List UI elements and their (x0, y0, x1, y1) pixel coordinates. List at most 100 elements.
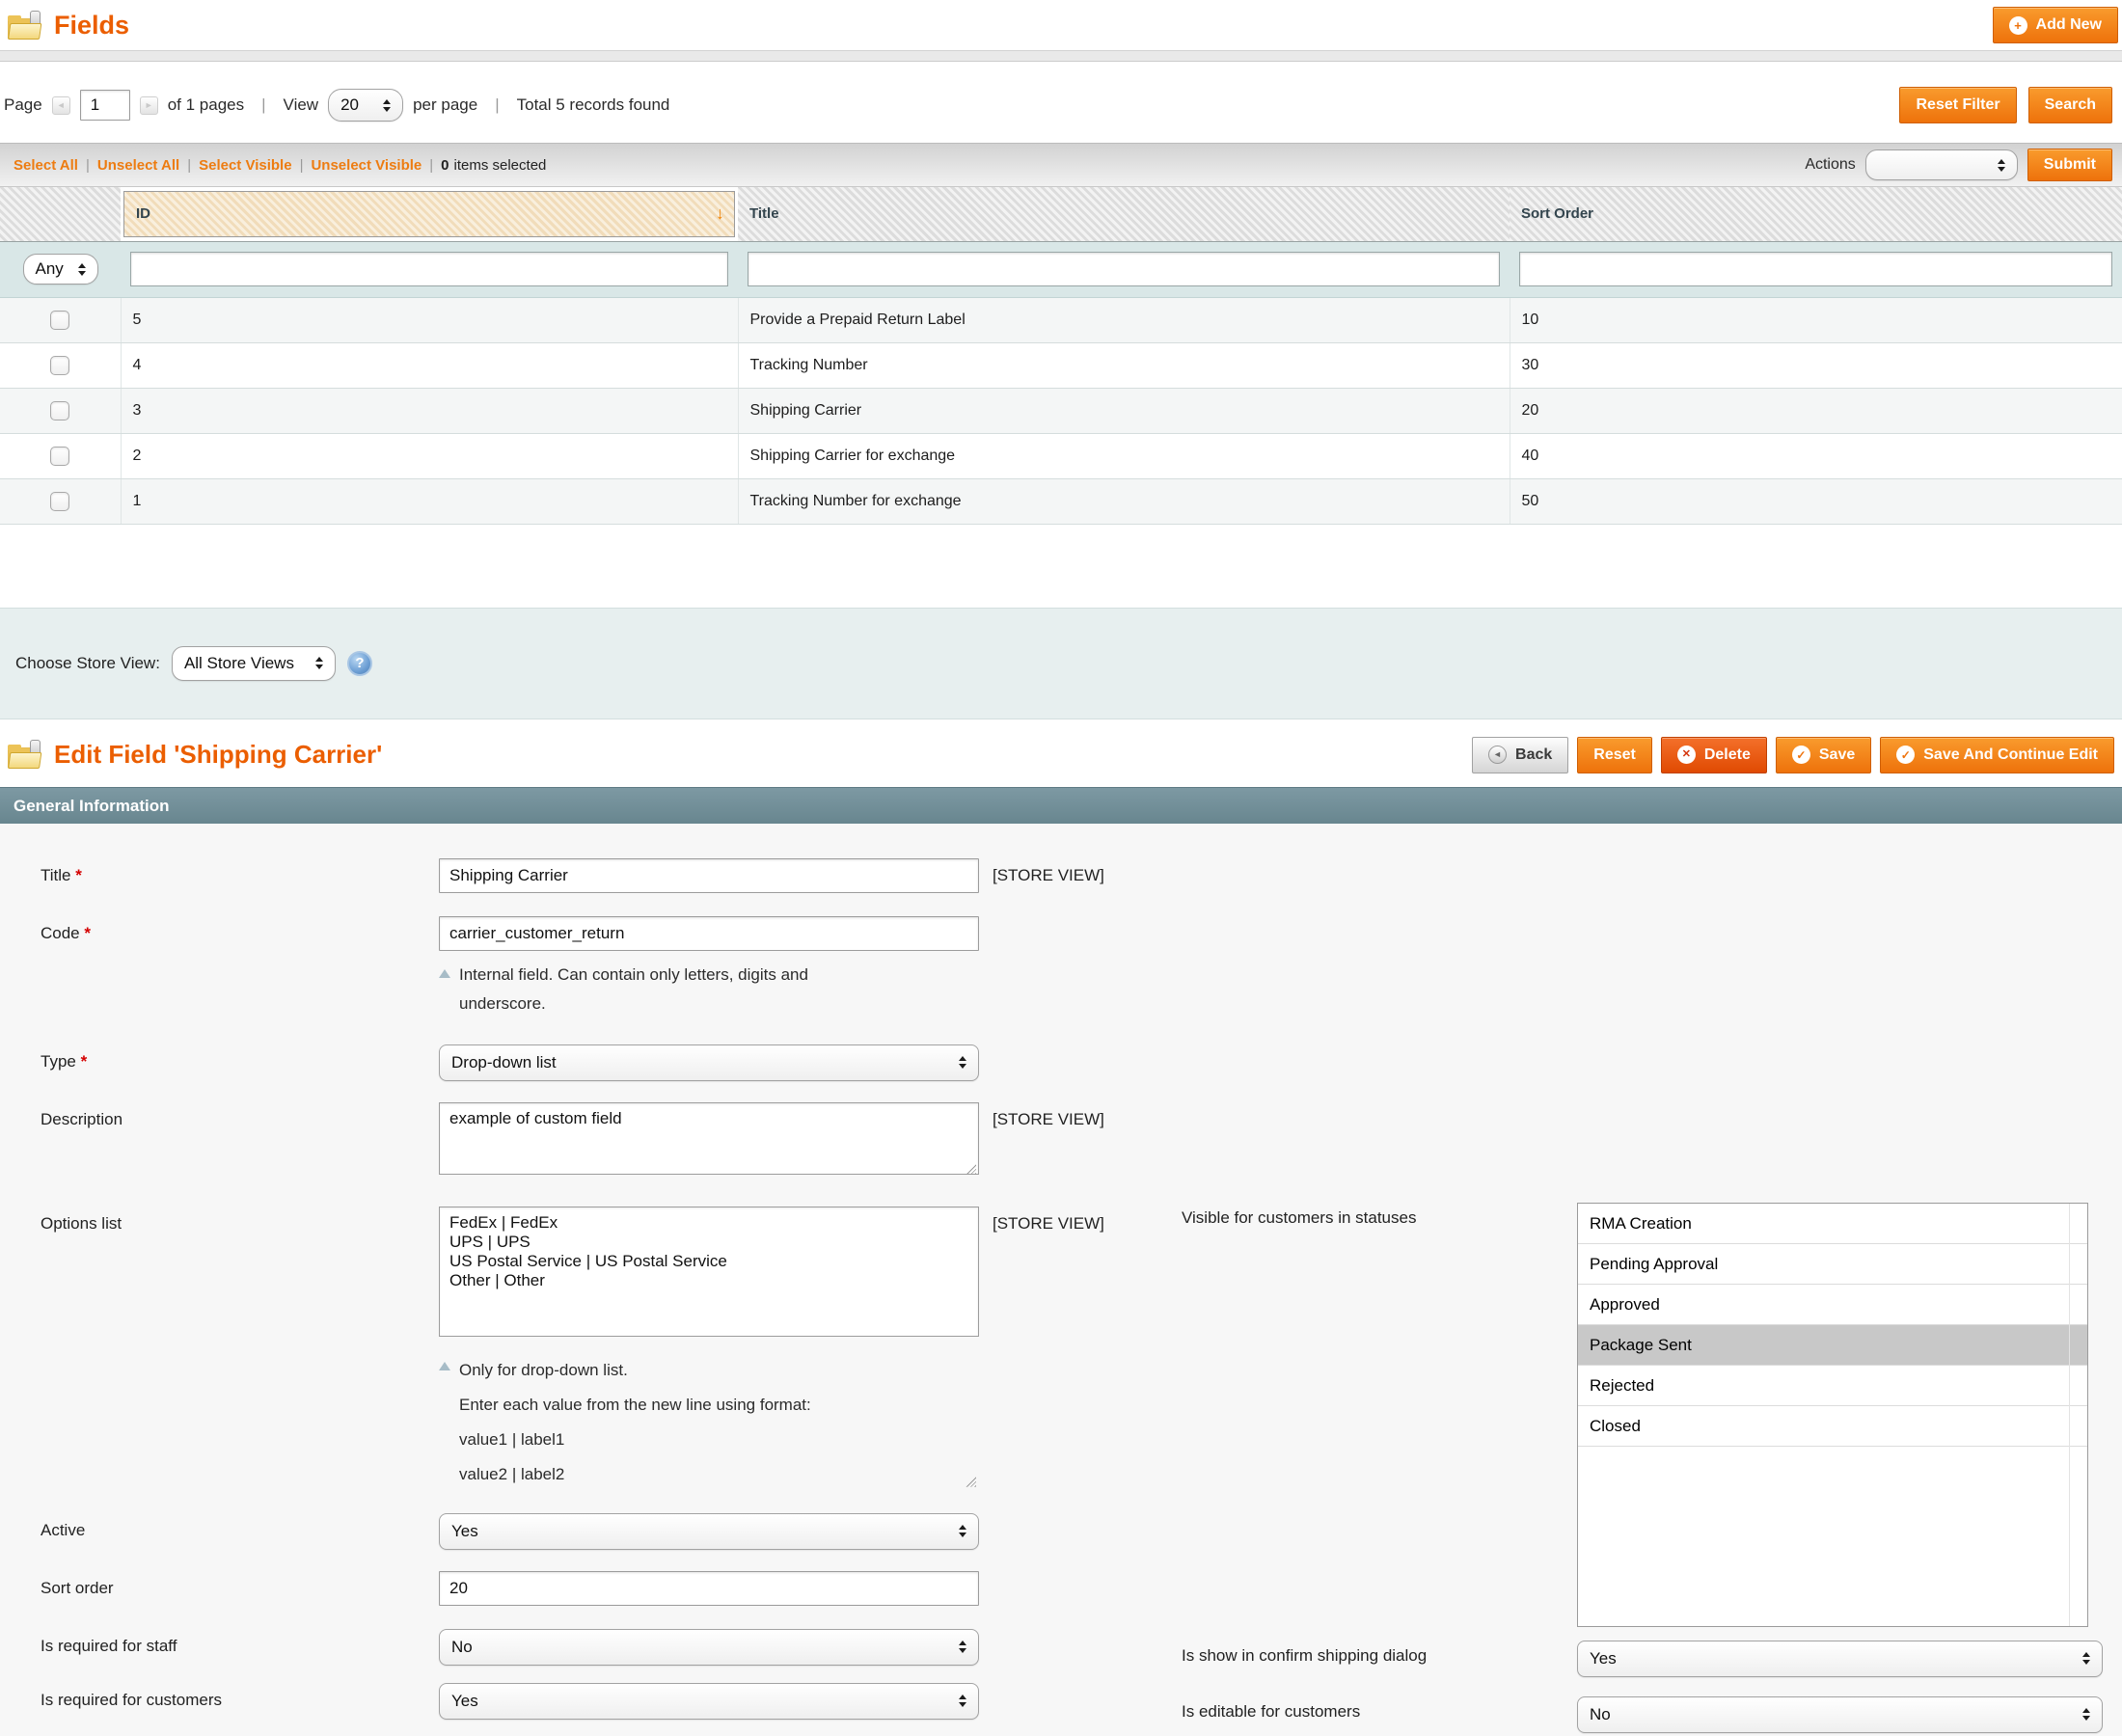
select-arrows-icon (383, 99, 391, 112)
table-row[interactable]: 2 Shipping Carrier for exchange 40 (0, 433, 2122, 478)
unselect-visible-link[interactable]: Unselect Visible (311, 157, 422, 174)
row-checkbox[interactable] (50, 492, 69, 511)
description-textarea[interactable]: example of custom field (439, 1102, 979, 1175)
cell-title: Shipping Carrier (738, 388, 1510, 433)
cell-sort-order: 20 (1510, 388, 2122, 433)
pager-total: Total 5 records found (517, 95, 670, 115)
description-field-label: Description (0, 1102, 439, 1129)
sort-order-input[interactable] (439, 1571, 979, 1606)
options-list-textarea[interactable]: FedEx | FedEx UPS | UPS US Postal Servic… (439, 1207, 979, 1337)
reset-filter-button[interactable]: Reset Filter (1899, 87, 2016, 123)
select-arrows-icon (959, 1056, 966, 1069)
row-checkbox[interactable] (50, 401, 69, 420)
note-triangle-icon (439, 1362, 450, 1370)
pager-page-input[interactable] (80, 90, 130, 121)
required-customers-select[interactable]: Yes (439, 1683, 979, 1720)
checkbox-filter-select[interactable]: Any (23, 254, 98, 285)
pager-page-label: Page (4, 95, 42, 115)
cell-sort-order: 40 (1510, 433, 2122, 478)
delete-button[interactable]: ✕ Delete (1661, 737, 1767, 773)
cell-id: 1 (121, 478, 738, 524)
show-confirm-dialog-select[interactable]: Yes (1577, 1641, 2103, 1677)
per-page-select[interactable]: 20 (328, 89, 403, 122)
row-checkbox[interactable] (50, 311, 69, 330)
massaction-bar: Select All | Unselect All | Select Visib… (0, 143, 2122, 187)
cell-title: Shipping Carrier for exchange (738, 433, 1510, 478)
back-arrow-icon: ◄ (1488, 746, 1507, 764)
column-header-title[interactable]: Title (738, 187, 1510, 241)
cell-id: 4 (121, 342, 738, 388)
required-staff-select[interactable]: No (439, 1629, 979, 1666)
column-header-sort-order[interactable]: Sort Order (1510, 187, 2122, 241)
edit-header: Edit Field 'Shipping Carrier' ◄ Back Res… (0, 719, 2122, 787)
type-field-label: Type * (0, 1044, 439, 1071)
required-mark: * (75, 866, 82, 884)
row-checkbox[interactable] (50, 447, 69, 466)
save-and-continue-button[interactable]: ✓ Save And Continue Edit (1880, 737, 2114, 773)
select-arrows-icon (315, 657, 323, 669)
title-filter-input[interactable] (748, 252, 1500, 286)
cell-sort-order: 50 (1510, 478, 2122, 524)
table-row[interactable]: 5 Provide a Prepaid Return Label 10 (0, 297, 2122, 342)
cell-id: 2 (121, 433, 738, 478)
cell-title: Provide a Prepaid Return Label (738, 297, 1510, 342)
pager-bar: Page ◄ ► of 1 pages | View 20 per page |… (0, 62, 2122, 143)
store-view-bar: Choose Store View: All Store Views ? (0, 608, 2122, 719)
active-field-label: Active (0, 1513, 439, 1540)
sort-order-filter-input[interactable] (1519, 252, 2112, 286)
pager-prev-button[interactable]: ◄ (52, 96, 70, 115)
select-arrows-icon (1998, 159, 2005, 172)
table-row[interactable]: 1 Tracking Number for exchange 50 (0, 478, 2122, 524)
editable-customers-select[interactable]: No (1577, 1696, 2103, 1733)
options-list-note: Only for drop-down list. Enter each valu… (459, 1353, 811, 1492)
search-button[interactable]: Search (2028, 87, 2112, 123)
pager-next-button[interactable]: ► (140, 96, 158, 115)
type-select[interactable]: Drop-down list (439, 1044, 979, 1081)
sort-desc-icon: ↓ (716, 203, 724, 224)
actions-select[interactable] (1865, 149, 2018, 180)
title-field-label: Title * (0, 858, 439, 885)
plus-icon: + (2009, 16, 2027, 35)
select-arrows-icon (959, 1641, 966, 1653)
select-arrows-icon (959, 1525, 966, 1537)
table-row[interactable]: 3 Shipping Carrier 20 (0, 388, 2122, 433)
select-arrows-icon (2082, 1708, 2090, 1721)
visible-statuses-multiselect[interactable]: RMA Creation Pending Approval Approved P… (1577, 1203, 2088, 1627)
status-option[interactable]: Approved (1578, 1285, 2087, 1325)
select-all-link[interactable]: Select All (14, 157, 78, 174)
options-list-scope-label: [STORE VIEW] (993, 1207, 1104, 1234)
status-option[interactable]: Rejected (1578, 1366, 2087, 1406)
save-button[interactable]: ✓ Save (1776, 737, 1871, 773)
help-icon[interactable]: ? (347, 651, 372, 676)
cell-id: 3 (121, 388, 738, 433)
table-row[interactable]: 4 Tracking Number 30 (0, 342, 2122, 388)
options-list-field-label: Options list (0, 1207, 439, 1234)
actions-label: Actions (1805, 156, 1855, 174)
column-header-id[interactable]: ID ↓ (121, 187, 738, 241)
unselect-all-link[interactable]: Unselect All (97, 157, 179, 174)
submit-button[interactable]: Submit (2027, 149, 2112, 181)
select-arrows-icon (959, 1695, 966, 1707)
edit-page-title: Edit Field 'Shipping Carrier' (54, 740, 382, 770)
folder-icon (8, 740, 42, 770)
code-field-input[interactable] (439, 916, 979, 951)
required-staff-field-label: Is required for staff (0, 1629, 439, 1656)
id-filter-input[interactable] (130, 252, 728, 286)
cell-id: 5 (121, 297, 738, 342)
row-checkbox[interactable] (50, 356, 69, 375)
active-select[interactable]: Yes (439, 1513, 979, 1550)
reset-button[interactable]: Reset (1577, 737, 1652, 773)
grid-filter-row: Any (0, 241, 2122, 297)
store-view-select[interactable]: All Store Views (172, 646, 336, 681)
status-option[interactable]: RMA Creation (1578, 1204, 2087, 1244)
title-field-input[interactable] (439, 858, 979, 893)
select-visible-link[interactable]: Select Visible (199, 157, 291, 174)
status-option-selected[interactable]: Package Sent (1578, 1325, 2087, 1366)
pager-view-label: View (284, 95, 319, 115)
back-button[interactable]: ◄ Back (1472, 737, 1568, 773)
status-option[interactable]: Pending Approval (1578, 1244, 2087, 1285)
visible-statuses-field-label: Visible for customers in statuses (1157, 1203, 1577, 1228)
pager-per-page: per page (413, 95, 477, 115)
add-new-button[interactable]: + Add New (1993, 7, 2118, 43)
status-option[interactable]: Closed (1578, 1406, 2087, 1447)
